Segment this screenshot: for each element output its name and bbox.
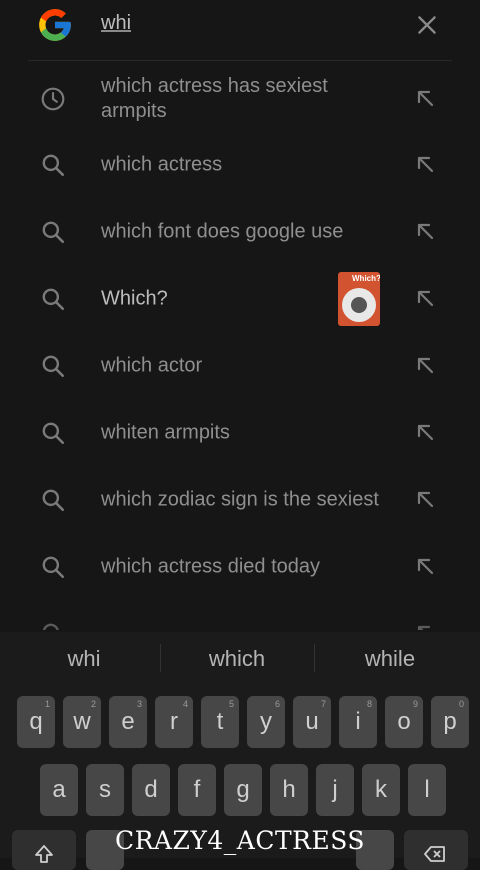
thumbnail-image [342,288,376,322]
divider [28,60,452,61]
key-label: p [443,708,457,735]
key-label: e [121,708,135,735]
prediction-whi[interactable]: whi [14,646,154,672]
key-j[interactable]: j [316,764,354,816]
prediction-which[interactable]: which [167,646,307,672]
search-icon [42,623,59,630]
suggestion-item[interactable]: whiten armpits [0,400,480,466]
key-label: r [170,708,178,735]
prediction-divider [314,644,315,672]
suggestion-item[interactable]: which zodiac sign is the sexiest [0,467,480,533]
prediction-divider [160,644,161,672]
key-h[interactable]: h [270,764,308,816]
suggestion-text: which actress died today [101,555,321,578]
search-icon [42,288,65,311]
suggestion-text: which zodiac sign is the sexiest [101,488,379,511]
key-f[interactable]: f [178,764,216,816]
key-e[interactable]: 3e [109,696,147,748]
key-u[interactable]: 7u [293,696,331,748]
key-label: d [144,776,158,803]
key-label: s [99,776,111,803]
key-p[interactable]: 0p [431,696,469,748]
fill-query-arrow-icon[interactable] [414,421,438,445]
suggestion-text: which actor [101,354,203,377]
key-label: g [236,776,250,803]
search-icon [42,556,65,579]
which-thumbnail: Which? [338,272,380,326]
suggestion-item[interactable]: which actress died today [0,534,480,600]
suggestion-item[interactable]: which actress has sexiest armpits [0,66,480,132]
fill-query-arrow-icon[interactable] [414,622,438,630]
thumbnail-label: Which? [352,274,380,283]
fill-query-arrow-icon[interactable] [414,87,438,111]
key-g[interactable]: g [224,764,262,816]
history-icon [41,87,65,111]
key-k[interactable]: k [362,764,400,816]
search-bar: whi [0,0,480,52]
key-q[interactable]: 1q [17,696,55,748]
fill-query-arrow-icon[interactable] [414,354,438,378]
search-icon [42,422,65,445]
key-l[interactable]: l [408,764,446,816]
suggestion-item[interactable]: which actress [0,132,480,198]
search-icon [42,489,65,512]
fill-query-arrow-icon[interactable] [414,220,438,244]
search-icon [42,355,65,378]
key-d[interactable]: d [132,764,170,816]
key-y[interactable]: 6y [247,696,285,748]
key-w[interactable]: 2w [63,696,101,748]
search-input[interactable]: whi [101,12,131,35]
suggestion-item[interactable]: which actor [0,333,480,399]
key-label: h [282,776,296,803]
suggestion-item[interactable]: Which? [0,266,480,332]
key-label: a [52,776,66,803]
key-label: i [355,708,361,735]
key-s[interactable]: s [86,764,124,816]
key-label: j [332,776,338,803]
key-label: k [375,776,387,803]
suggestion-text: whiten armpits [101,421,230,444]
fill-query-arrow-icon[interactable] [414,153,438,177]
suggestion-item-partial[interactable] [0,601,480,630]
key-label: q [29,708,43,735]
suggestion-text: which actress has sexiest armpits [101,75,328,122]
key-t[interactable]: 5t [201,696,239,748]
key-label: o [397,708,411,735]
watermark-text: CRAZY4_ACTRESS [114,826,366,855]
key-a[interactable]: a [40,764,78,816]
fill-query-arrow-icon[interactable] [414,488,438,512]
suggestion-text: which actress [101,153,223,176]
key-i[interactable]: 8i [339,696,377,748]
key-label: l [424,776,430,803]
key-label: u [305,708,319,735]
key-label: y [260,708,272,735]
fill-query-arrow-icon[interactable] [414,287,438,311]
key-o[interactable]: 9o [385,696,423,748]
suggestion-item[interactable]: which font does google use [0,199,480,265]
fill-query-arrow-icon[interactable] [414,555,438,579]
key-label: t [216,708,224,735]
keyboard: whi which while 1q2w3e4r5t6y7u8i9o0pasdf… [0,632,480,870]
google-logo-icon [39,9,71,41]
prediction-while[interactable]: while [320,646,460,672]
key-r[interactable]: 4r [155,696,193,748]
prediction-bar: whi which while [0,632,480,684]
close-icon[interactable] [414,12,440,38]
key-label: f [193,776,201,803]
suggestion-text: which font does google use [101,220,344,243]
suggestion-list: which actress has sexiest armpits which … [0,66,480,630]
key-label: w [73,708,91,735]
search-icon [42,154,65,177]
search-icon [42,221,65,244]
